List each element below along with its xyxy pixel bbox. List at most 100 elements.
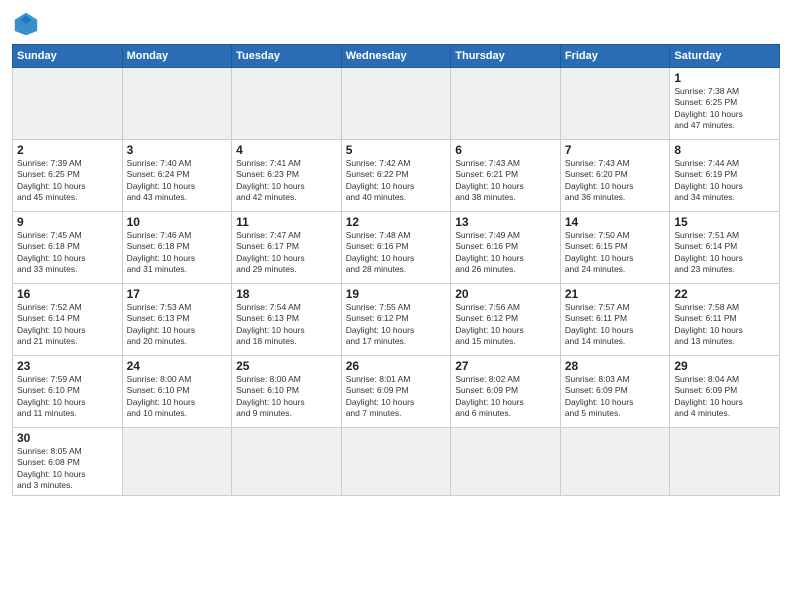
day-info: Sunrise: 7:53 AM Sunset: 6:13 PM Dayligh… — [127, 302, 228, 348]
day-info: Sunrise: 7:41 AM Sunset: 6:23 PM Dayligh… — [236, 158, 337, 204]
day-number: 6 — [455, 143, 556, 157]
day-info: Sunrise: 7:47 AM Sunset: 6:17 PM Dayligh… — [236, 230, 337, 276]
calendar-cell — [670, 428, 780, 496]
day-number: 16 — [17, 287, 118, 301]
calendar-header: SundayMondayTuesdayWednesdayThursdayFrid… — [13, 45, 780, 68]
day-header-tuesday: Tuesday — [232, 45, 342, 68]
day-number: 2 — [17, 143, 118, 157]
day-number: 26 — [346, 359, 447, 373]
calendar-cell — [341, 428, 451, 496]
calendar-cell: 25Sunrise: 8:00 AM Sunset: 6:10 PM Dayli… — [232, 356, 342, 428]
calendar-cell: 22Sunrise: 7:58 AM Sunset: 6:11 PM Dayli… — [670, 284, 780, 356]
day-number: 1 — [674, 71, 775, 85]
day-header-saturday: Saturday — [670, 45, 780, 68]
day-info: Sunrise: 7:58 AM Sunset: 6:11 PM Dayligh… — [674, 302, 775, 348]
day-info: Sunrise: 8:00 AM Sunset: 6:10 PM Dayligh… — [236, 374, 337, 420]
page: SundayMondayTuesdayWednesdayThursdayFrid… — [0, 0, 792, 612]
week-row-2: 2Sunrise: 7:39 AM Sunset: 6:25 PM Daylig… — [13, 140, 780, 212]
day-info: Sunrise: 7:59 AM Sunset: 6:10 PM Dayligh… — [17, 374, 118, 420]
day-number: 8 — [674, 143, 775, 157]
calendar-cell: 10Sunrise: 7:46 AM Sunset: 6:18 PM Dayli… — [122, 212, 232, 284]
calendar-cell: 12Sunrise: 7:48 AM Sunset: 6:16 PM Dayli… — [341, 212, 451, 284]
day-number: 29 — [674, 359, 775, 373]
day-number: 30 — [17, 431, 118, 445]
calendar-cell: 9Sunrise: 7:45 AM Sunset: 6:18 PM Daylig… — [13, 212, 123, 284]
calendar-cell: 5Sunrise: 7:42 AM Sunset: 6:22 PM Daylig… — [341, 140, 451, 212]
calendar-cell: 30Sunrise: 8:05 AM Sunset: 6:08 PM Dayli… — [13, 428, 123, 496]
day-header-sunday: Sunday — [13, 45, 123, 68]
day-info: Sunrise: 7:55 AM Sunset: 6:12 PM Dayligh… — [346, 302, 447, 348]
calendar-cell: 20Sunrise: 7:56 AM Sunset: 6:12 PM Dayli… — [451, 284, 561, 356]
calendar-cell: 27Sunrise: 8:02 AM Sunset: 6:09 PM Dayli… — [451, 356, 561, 428]
week-row-5: 23Sunrise: 7:59 AM Sunset: 6:10 PM Dayli… — [13, 356, 780, 428]
day-number: 23 — [17, 359, 118, 373]
day-info: Sunrise: 7:38 AM Sunset: 6:25 PM Dayligh… — [674, 86, 775, 132]
day-info: Sunrise: 7:46 AM Sunset: 6:18 PM Dayligh… — [127, 230, 228, 276]
logo-icon — [12, 10, 40, 38]
day-info: Sunrise: 7:49 AM Sunset: 6:16 PM Dayligh… — [455, 230, 556, 276]
calendar-cell: 2Sunrise: 7:39 AM Sunset: 6:25 PM Daylig… — [13, 140, 123, 212]
day-info: Sunrise: 7:45 AM Sunset: 6:18 PM Dayligh… — [17, 230, 118, 276]
day-number: 13 — [455, 215, 556, 229]
calendar-cell: 14Sunrise: 7:50 AM Sunset: 6:15 PM Dayli… — [560, 212, 670, 284]
days-of-week-row: SundayMondayTuesdayWednesdayThursdayFrid… — [13, 45, 780, 68]
day-number: 24 — [127, 359, 228, 373]
day-info: Sunrise: 7:43 AM Sunset: 6:20 PM Dayligh… — [565, 158, 666, 204]
day-header-friday: Friday — [560, 45, 670, 68]
day-info: Sunrise: 8:03 AM Sunset: 6:09 PM Dayligh… — [565, 374, 666, 420]
calendar-cell: 19Sunrise: 7:55 AM Sunset: 6:12 PM Dayli… — [341, 284, 451, 356]
day-number: 15 — [674, 215, 775, 229]
calendar-cell: 18Sunrise: 7:54 AM Sunset: 6:13 PM Dayli… — [232, 284, 342, 356]
day-header-monday: Monday — [122, 45, 232, 68]
header — [12, 10, 780, 38]
calendar-body: 1Sunrise: 7:38 AM Sunset: 6:25 PM Daylig… — [13, 68, 780, 496]
day-number: 28 — [565, 359, 666, 373]
day-number: 20 — [455, 287, 556, 301]
week-row-4: 16Sunrise: 7:52 AM Sunset: 6:14 PM Dayli… — [13, 284, 780, 356]
day-number: 9 — [17, 215, 118, 229]
calendar-cell — [122, 68, 232, 140]
week-row-6: 30Sunrise: 8:05 AM Sunset: 6:08 PM Dayli… — [13, 428, 780, 496]
day-number: 19 — [346, 287, 447, 301]
day-info: Sunrise: 7:51 AM Sunset: 6:14 PM Dayligh… — [674, 230, 775, 276]
day-number: 11 — [236, 215, 337, 229]
day-info: Sunrise: 7:48 AM Sunset: 6:16 PM Dayligh… — [346, 230, 447, 276]
day-number: 3 — [127, 143, 228, 157]
calendar-cell: 1Sunrise: 7:38 AM Sunset: 6:25 PM Daylig… — [670, 68, 780, 140]
calendar-cell: 21Sunrise: 7:57 AM Sunset: 6:11 PM Dayli… — [560, 284, 670, 356]
calendar-cell: 15Sunrise: 7:51 AM Sunset: 6:14 PM Dayli… — [670, 212, 780, 284]
day-info: Sunrise: 7:40 AM Sunset: 6:24 PM Dayligh… — [127, 158, 228, 204]
day-info: Sunrise: 7:39 AM Sunset: 6:25 PM Dayligh… — [17, 158, 118, 204]
day-number: 25 — [236, 359, 337, 373]
day-info: Sunrise: 7:54 AM Sunset: 6:13 PM Dayligh… — [236, 302, 337, 348]
day-header-wednesday: Wednesday — [341, 45, 451, 68]
calendar-cell — [122, 428, 232, 496]
calendar-cell — [560, 428, 670, 496]
day-info: Sunrise: 7:42 AM Sunset: 6:22 PM Dayligh… — [346, 158, 447, 204]
day-info: Sunrise: 8:01 AM Sunset: 6:09 PM Dayligh… — [346, 374, 447, 420]
day-number: 7 — [565, 143, 666, 157]
calendar-cell — [451, 68, 561, 140]
day-number: 10 — [127, 215, 228, 229]
day-number: 18 — [236, 287, 337, 301]
calendar-cell: 3Sunrise: 7:40 AM Sunset: 6:24 PM Daylig… — [122, 140, 232, 212]
day-number: 12 — [346, 215, 447, 229]
day-header-thursday: Thursday — [451, 45, 561, 68]
calendar-cell: 13Sunrise: 7:49 AM Sunset: 6:16 PM Dayli… — [451, 212, 561, 284]
day-number: 27 — [455, 359, 556, 373]
calendar-cell: 28Sunrise: 8:03 AM Sunset: 6:09 PM Dayli… — [560, 356, 670, 428]
day-info: Sunrise: 8:05 AM Sunset: 6:08 PM Dayligh… — [17, 446, 118, 492]
day-info: Sunrise: 7:56 AM Sunset: 6:12 PM Dayligh… — [455, 302, 556, 348]
day-info: Sunrise: 7:44 AM Sunset: 6:19 PM Dayligh… — [674, 158, 775, 204]
calendar-cell — [560, 68, 670, 140]
calendar-cell: 11Sunrise: 7:47 AM Sunset: 6:17 PM Dayli… — [232, 212, 342, 284]
day-number: 22 — [674, 287, 775, 301]
calendar-cell: 8Sunrise: 7:44 AM Sunset: 6:19 PM Daylig… — [670, 140, 780, 212]
calendar-cell — [451, 428, 561, 496]
calendar-cell: 16Sunrise: 7:52 AM Sunset: 6:14 PM Dayli… — [13, 284, 123, 356]
day-info: Sunrise: 7:50 AM Sunset: 6:15 PM Dayligh… — [565, 230, 666, 276]
calendar-cell: 6Sunrise: 7:43 AM Sunset: 6:21 PM Daylig… — [451, 140, 561, 212]
calendar: SundayMondayTuesdayWednesdayThursdayFrid… — [12, 44, 780, 496]
calendar-cell: 4Sunrise: 7:41 AM Sunset: 6:23 PM Daylig… — [232, 140, 342, 212]
day-info: Sunrise: 8:04 AM Sunset: 6:09 PM Dayligh… — [674, 374, 775, 420]
